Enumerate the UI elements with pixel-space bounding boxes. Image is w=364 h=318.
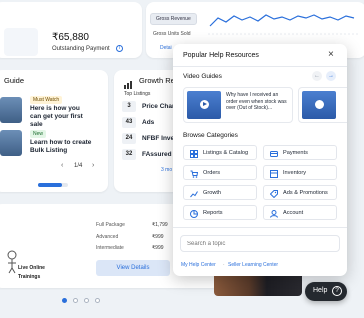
chevron-right-icon[interactable]: › [92, 162, 94, 169]
info-icon[interactable]: i [116, 45, 123, 52]
guide-card: Guide Must Watch Here is how you can get… [0, 70, 108, 192]
category-orders[interactable]: Orders [183, 165, 257, 180]
gross-units-label[interactable]: Gross Units Sold [153, 31, 191, 37]
category-label: Growth [203, 189, 222, 196]
help-button-label: Help [313, 287, 328, 294]
guide-pager: 1/4 [74, 163, 83, 169]
category-listings-catalog[interactable]: Listings & Catalog [183, 145, 257, 160]
must-watch-badge: Must Watch [30, 96, 63, 104]
listing-row-label[interactable]: Ads [142, 119, 154, 126]
category-reports[interactable]: Reports [183, 205, 257, 220]
panel-title: Popular Help Resources [183, 52, 259, 59]
question-icon: ? [332, 286, 342, 296]
revenue-sparkline [208, 14, 358, 35]
divider [173, 227, 347, 228]
package-price: ₹999 [152, 245, 164, 251]
carousel-dot[interactable] [84, 298, 89, 303]
video-guides-heading: Video Guides [183, 73, 222, 80]
category-label: Reports [203, 209, 223, 216]
top-listings-label: Top Listings [124, 91, 151, 97]
play-icon [315, 100, 324, 109]
payment-value: ₹65,880 [52, 32, 89, 43]
inventory-icon [270, 169, 278, 178]
browse-categories-heading: Browse Categories [183, 132, 238, 139]
guide-item-1-text[interactable]: Here is how you can get your first sale [30, 105, 92, 129]
rank-badge: 43 [122, 117, 136, 128]
search-topic-input[interactable] [180, 235, 340, 252]
training-illustration [6, 250, 18, 274]
help-resources-panel: Popular Help Resources × Video Guides ← … [173, 44, 347, 276]
live-training-line1: Live Online [18, 265, 45, 271]
help-center-link[interactable]: My Help Center [181, 262, 216, 268]
video-title: Why have I received an order even when s… [226, 92, 287, 112]
video-card-2[interactable] [298, 87, 347, 123]
guide-thumb-2[interactable] [0, 130, 22, 156]
rank-badge: 32 [122, 149, 136, 160]
arrow-left-icon[interactable]: ← [312, 71, 322, 81]
gross-revenue-pill[interactable]: Gross Revenue [150, 13, 197, 25]
reports-icon [190, 209, 198, 218]
category-label: Listings & Catalog [203, 149, 249, 156]
rank-badge: 24 [122, 133, 136, 144]
category-label: Inventory [283, 169, 307, 176]
view-details-button[interactable]: View Details [96, 260, 170, 276]
package-name: Full Package [96, 222, 125, 228]
ads-icon [270, 189, 278, 198]
growth-icon [190, 190, 198, 197]
video-thumbnail [302, 91, 336, 119]
help-button[interactable]: Help ? [305, 282, 347, 301]
growth-title: Growth Re [139, 76, 175, 85]
category-payments[interactable]: Payments [263, 145, 337, 160]
carousel-dot[interactable] [95, 298, 100, 303]
new-badge: New [30, 130, 47, 138]
payments-icon [270, 150, 278, 157]
category-account[interactable]: Account [263, 205, 337, 220]
spark-area [4, 28, 38, 56]
category-ads-promotions[interactable]: Ads & Promotions [263, 185, 337, 200]
guide-progress-fill [38, 183, 62, 187]
outstanding-payment-card: ₹65,880 Outstanding Payment i [0, 2, 142, 58]
guide-item-2-text[interactable]: Learn how to create Bulk Listing [30, 139, 92, 155]
video-card-1[interactable]: Why have I received an order even when s… [183, 87, 293, 123]
live-training-line2: Trainings [18, 274, 41, 280]
package-name: Intermediate [96, 245, 124, 251]
bar-chart-icon [124, 76, 132, 89]
guide-title: Guide [4, 76, 25, 85]
video-thumbnail [187, 91, 221, 119]
package-price: ₹999 [152, 234, 164, 240]
category-growth[interactable]: Growth [183, 185, 257, 200]
link-separator: · [223, 262, 225, 268]
carousel-dot-active[interactable] [62, 298, 67, 303]
orders-icon [190, 170, 198, 178]
guide-thumb-1[interactable] [0, 97, 22, 123]
arrow-right-icon[interactable]: → [326, 71, 336, 81]
package-name: Advanced [96, 234, 119, 240]
play-triangle-icon [203, 102, 207, 106]
category-label: Orders [203, 169, 221, 176]
close-icon[interactable]: × [328, 49, 334, 60]
category-label: Payments [283, 149, 308, 156]
chevron-left-icon[interactable]: ‹ [61, 162, 63, 169]
category-label: Account [283, 209, 304, 216]
more-link[interactable]: 3 mo [161, 167, 172, 173]
listing-row-label[interactable]: FAssured [142, 151, 172, 158]
divider [173, 66, 347, 67]
package-price: ₹1,799 [152, 222, 168, 228]
category-label: Ads & Promotions [283, 189, 328, 196]
details-link[interactable]: Detai [160, 45, 172, 51]
category-inventory[interactable]: Inventory [263, 165, 337, 180]
rank-badge: 3 [122, 101, 136, 112]
carousel-dot[interactable] [73, 298, 78, 303]
guide-progress-track [38, 183, 68, 187]
learning-center-link[interactable]: Seller Learning Center [228, 262, 278, 268]
payment-label: Outstanding Payment [52, 46, 110, 52]
catalog-icon [190, 149, 198, 158]
account-icon [270, 209, 278, 218]
